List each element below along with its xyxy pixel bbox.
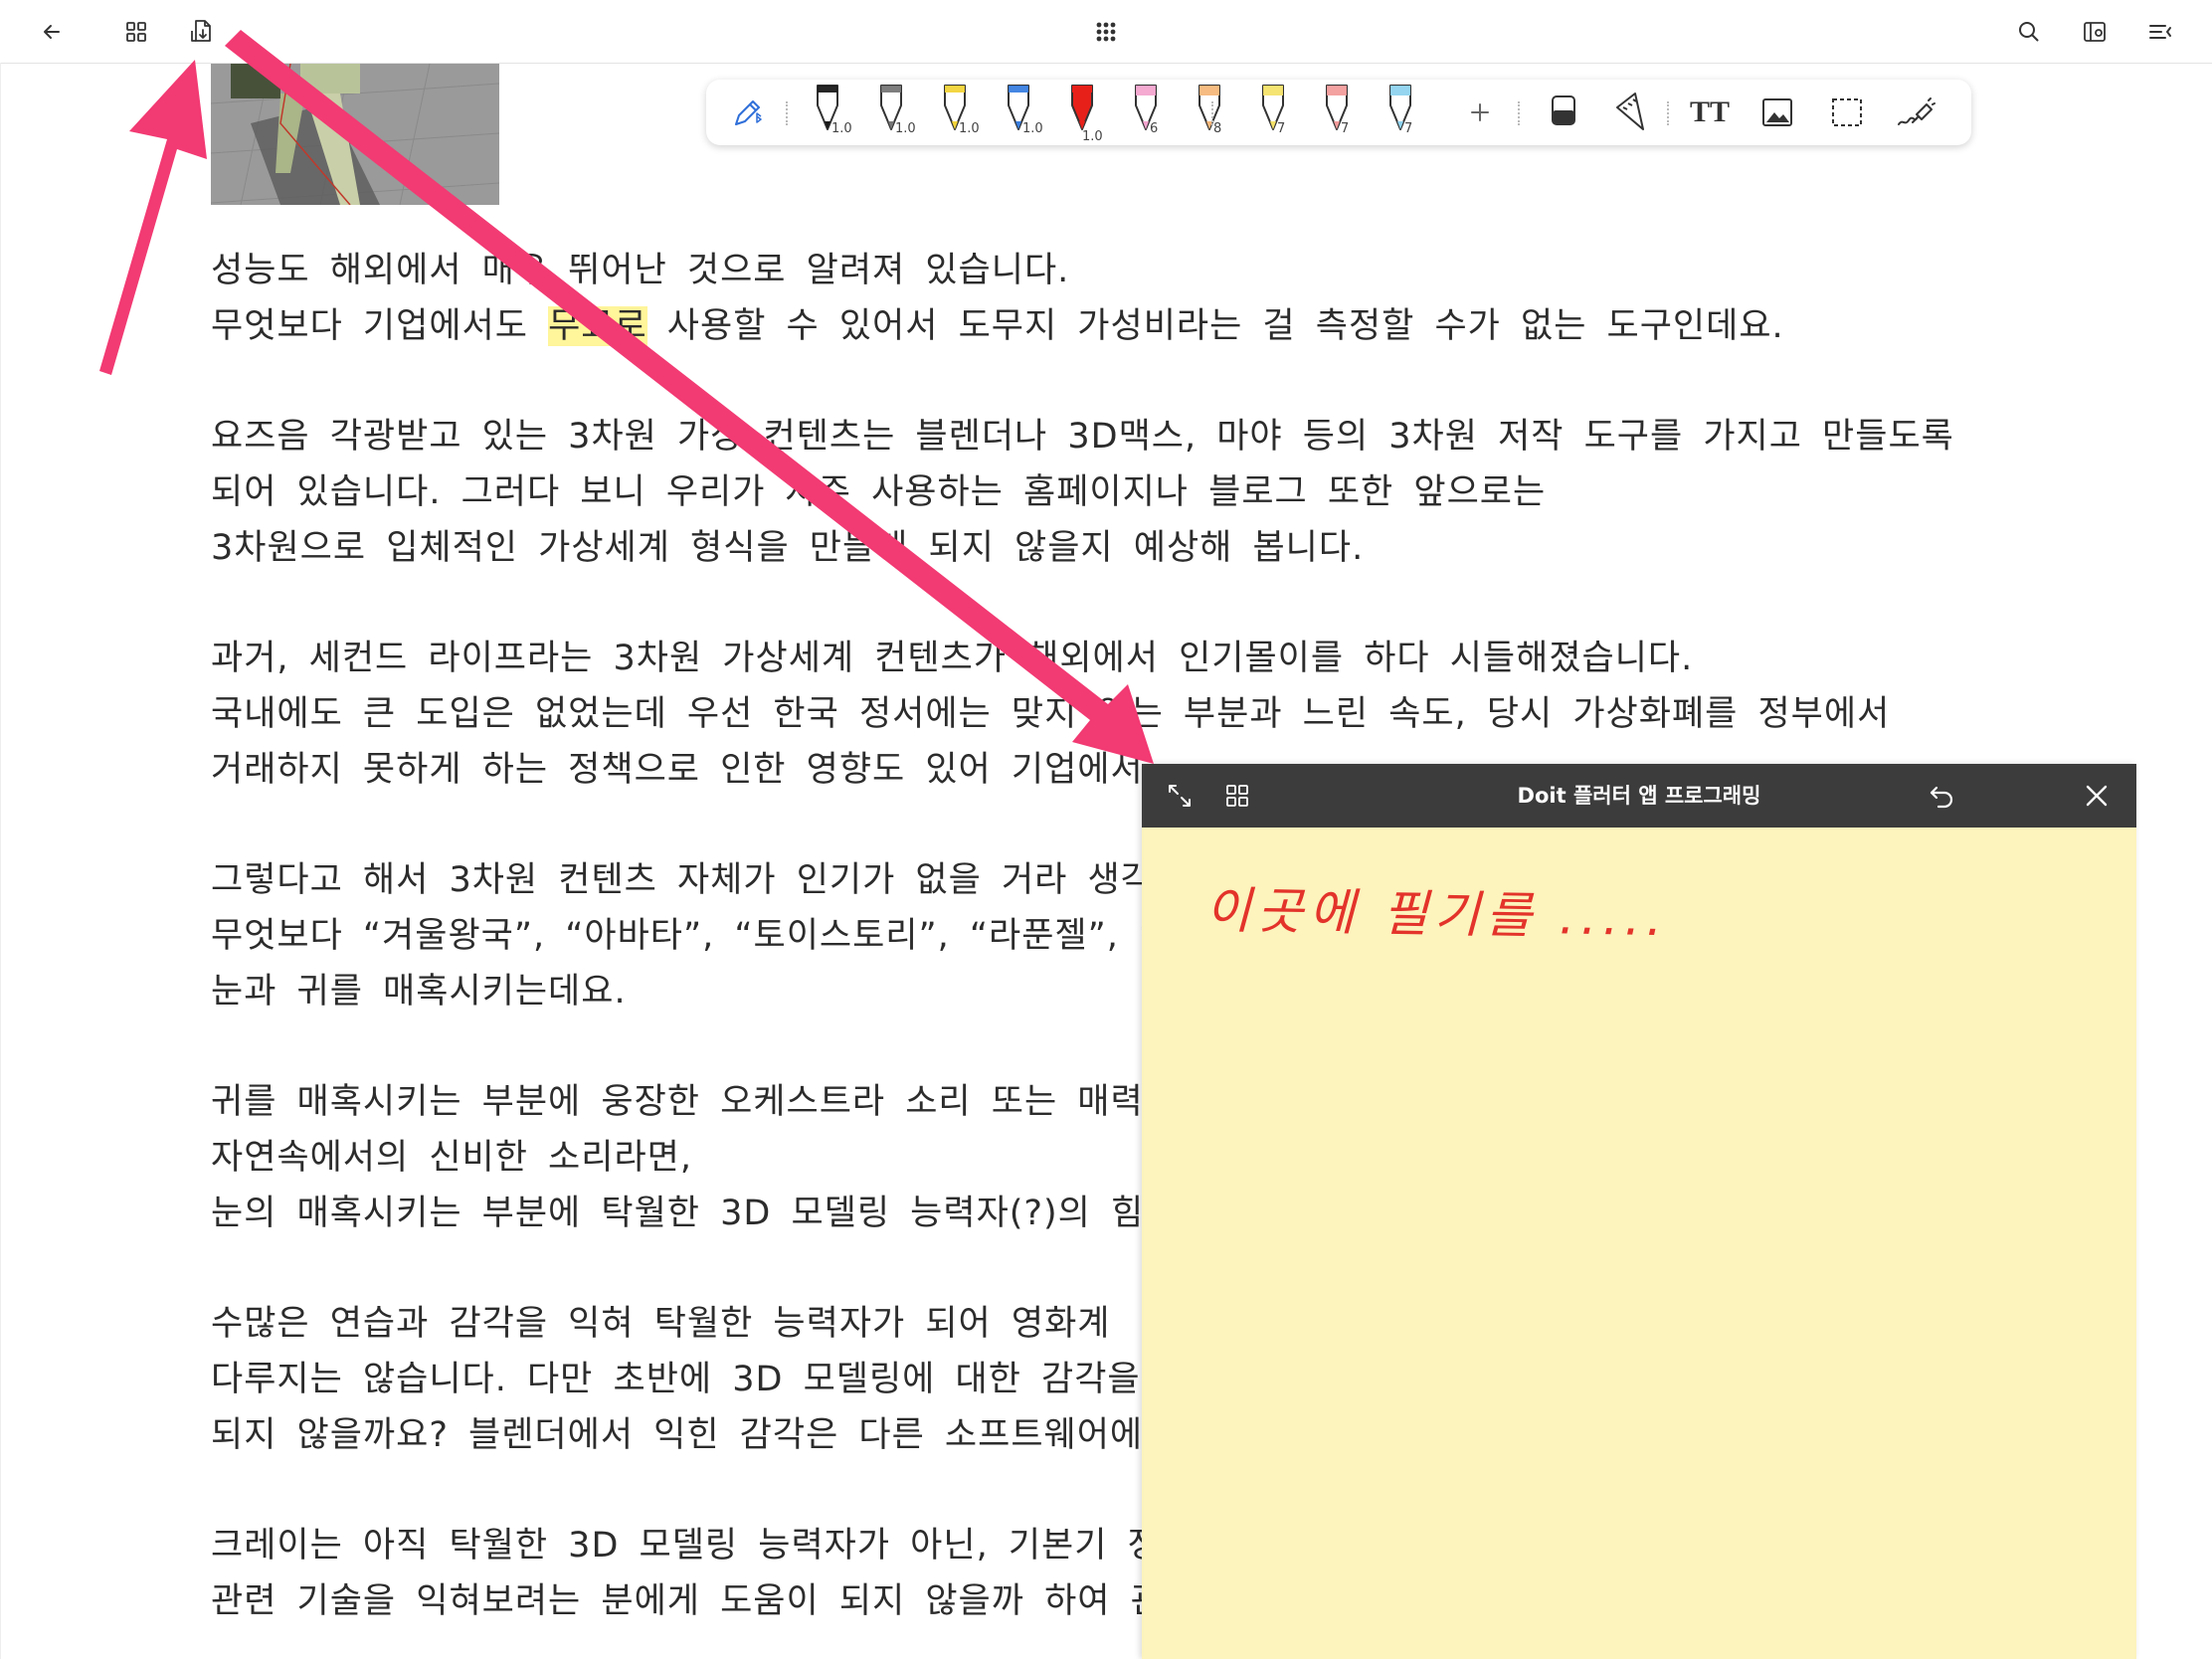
back-arrow-icon: [44, 25, 60, 39]
menu-icon: [2149, 25, 2171, 39]
pen-size-label: 1.0: [895, 121, 916, 136]
grid-icon: [1226, 785, 1248, 807]
close-icon: [2086, 785, 2108, 807]
highlighter-icon: [1389, 85, 1411, 130]
memo-undo-button[interactable]: [1920, 774, 1963, 818]
laser-pointer-icon: [1898, 97, 1936, 125]
pen-size-label: 1.0: [1082, 129, 1103, 144]
bluetooth-pen-button[interactable]: [726, 80, 770, 145]
ruler-icon: [1616, 92, 1644, 130]
pen-size-label: 1.0: [831, 121, 852, 136]
handwriting-text: 이곳에 필기를 .....: [1204, 881, 1669, 948]
text-line: 무엇보다 “겨울왕국”, “아바타”, “토이스토리”, “라푼젤”, “주: [211, 916, 1192, 956]
highlighted-text: 무료로: [548, 306, 647, 346]
text-line: 되지 않을까요? 블렌더에서 익힌 감각은 다른 소프트웨어에: [211, 1415, 1144, 1455]
page-settings-button[interactable]: [2073, 10, 2117, 54]
pen-preset-9[interactable]: 7: [1315, 84, 1369, 143]
text-icon: TT: [1689, 95, 1731, 128]
pen-preset-3[interactable]: 1.0: [933, 84, 987, 143]
pen-size-label: 7: [1341, 121, 1350, 136]
apps-button[interactable]: [1084, 10, 1128, 54]
pen-toolbar: 1.0 1.0 1.0 1.0 1.0 6 8 7 7 7 TT: [706, 80, 1971, 145]
pen-preset-8[interactable]: 7: [1251, 84, 1305, 143]
pen-icon: [1071, 85, 1093, 130]
text-span: 무엇보다 기업에서도: [211, 306, 549, 346]
image-3d-stool-render: [211, 64, 499, 205]
text-line: 다루지는 않습니다. 다만 초반에 3D 모델링에 대한 감각을: [211, 1360, 1141, 1399]
memo-panel[interactable]: Doit 플러터 앱 프로그래밍 이곳에 필기를 .....: [1142, 764, 2136, 1659]
laser-pointer-button[interactable]: [1892, 80, 1941, 145]
search-icon: [2019, 22, 2039, 42]
pen-preset-6[interactable]: 6: [1124, 84, 1178, 143]
text-line: 3차원으로 입체적인 가상세계 형식을 만들게 되지 않을지 예상해 봅니다.: [211, 528, 1365, 568]
pen-size-label: 7: [1404, 121, 1413, 136]
pen-preset-7[interactable]: 8: [1188, 84, 1241, 143]
undo-icon: [1930, 786, 1953, 809]
lasso-select-icon: [1832, 98, 1862, 126]
text-line: 거래하지 못하게 하는 정책으로 인한 영향도 있어 기업에서: [211, 750, 1144, 790]
page-export-button[interactable]: [180, 10, 224, 54]
highlighter-icon: [1135, 85, 1157, 130]
text-line: 눈의 매혹시키는 부분에 탁월한 3D 모델링 능력자(?)의 힘: [211, 1194, 1145, 1233]
memo-close-button[interactable]: [2075, 774, 2119, 818]
back-button[interactable]: [30, 10, 74, 54]
top-bar: [0, 0, 2212, 64]
text-line: 무엇보다 기업에서도 무료로 사용할 수 있어서 도무지 가성비라는 걸 측정할…: [211, 304, 1784, 348]
highlighter-icon: [1262, 85, 1284, 130]
text-line: 그렇다고 해서 3차원 컨텐츠 자체가 인기가 없을 거라 생각: [211, 860, 1154, 900]
grid-icon: [126, 22, 146, 42]
pen-preset-1[interactable]: 1.0: [806, 84, 859, 143]
text-line: 크레이는 아직 탁월한 3D 모델링 능력자가 아닌, 기본기 정: [211, 1526, 1161, 1566]
add-icon: [1471, 103, 1489, 121]
highlighter-icon: [1198, 85, 1220, 130]
text-line: 요즈음 각광받고 있는 3차원 가상 컨텐츠는 블렌더나 3D맥스, 마야 등의…: [211, 417, 1954, 457]
memo-expand-button[interactable]: [1158, 774, 1201, 818]
pen-preset-10[interactable]: 7: [1379, 84, 1432, 143]
pen-size-label: 6: [1150, 121, 1159, 136]
search-button[interactable]: [2007, 10, 2051, 54]
pen-preset-4[interactable]: 1.0: [997, 84, 1050, 143]
add-pen-button[interactable]: [1458, 80, 1502, 145]
eraser-icon: [1552, 95, 1575, 125]
bluetooth-pen-icon: [735, 100, 762, 125]
text-line: 관련 기술을 익혀보려는 분에게 도움이 되지 않을까 하여 관: [211, 1581, 1164, 1621]
pen-size-label: 7: [1277, 121, 1286, 136]
embedded-image[interactable]: [211, 64, 499, 205]
ruler-button[interactable]: [1607, 80, 1651, 145]
page-grid-button[interactable]: [114, 10, 158, 54]
pen-size-label: 8: [1213, 121, 1222, 136]
text-line: 귀를 매혹시키는 부분에 웅장한 오케스트라 소리 또는 매력: [211, 1082, 1144, 1122]
apps-dots-icon: [1096, 22, 1116, 42]
handwritten-note[interactable]: 이곳에 필기를 .....: [1204, 875, 1762, 955]
expand-icon: [1169, 785, 1191, 807]
page-export-icon: [191, 20, 211, 42]
memo-title: Doit 플러터 앱 프로그래밍: [1517, 784, 1761, 808]
image-button[interactable]: [1752, 80, 1802, 145]
pen-size-label: 1.0: [1022, 121, 1043, 136]
image-icon: [1762, 98, 1792, 126]
lasso-select-button[interactable]: [1822, 80, 1872, 145]
pen-size-label: 1.0: [959, 121, 980, 136]
text-line: 성능도 해외에서 매우 뛰어난 것으로 알려져 있습니다.: [211, 251, 1070, 290]
menu-button[interactable]: [2138, 10, 2182, 54]
memo-grid-button[interactable]: [1215, 774, 1259, 818]
text-line: 눈과 귀를 매혹시키는데요.: [211, 972, 627, 1012]
eraser-button[interactable]: [1542, 80, 1585, 145]
text-line: 되어 있습니다. 그러다 보니 우리가 자주 사용하는 홈페이지나 블로그 또한…: [211, 472, 1547, 512]
highlighter-icon: [1326, 85, 1348, 130]
text-span: 사용할 수 있어서 도무지 가성비라는 걸 측정할 수가 없는 도구인데요.: [646, 306, 1784, 346]
text-line: 국내에도 큰 도입은 없었는데 우선 한국 정서에는 맞지 않는 부분과 느린 …: [211, 694, 1891, 734]
pen-preset-2[interactable]: 1.0: [869, 84, 923, 143]
text-line: 자연속에서의 신비한 소리라면,: [211, 1138, 692, 1178]
page-settings-icon: [2084, 22, 2106, 42]
text-tool-button[interactable]: TT: [1685, 80, 1735, 145]
text-line: 수많은 연습과 감각을 익혀 탁월한 능력자가 되어 영화계: [211, 1304, 1111, 1344]
memo-header[interactable]: Doit 플러터 앱 프로그래밍: [1142, 764, 2136, 828]
text-line: 과거, 세컨드 라이프라는 3차원 가상세계 컨텐츠가 해외에서 인기몰이를 하…: [211, 639, 1694, 678]
pen-preset-5[interactable]: 1.0: [1060, 84, 1114, 144]
